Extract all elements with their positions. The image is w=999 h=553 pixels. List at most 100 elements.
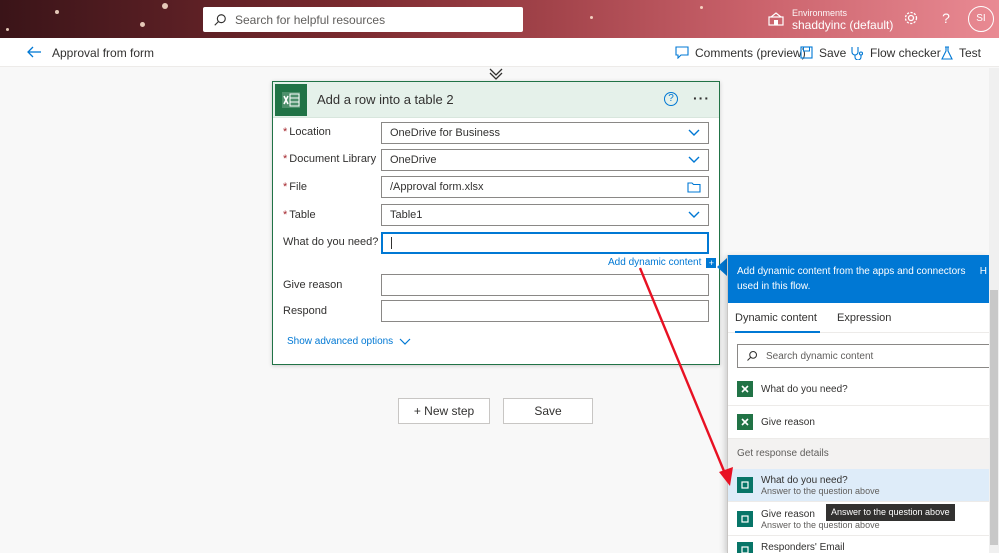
save-label: Save <box>819 45 847 60</box>
search-box[interactable]: Search for helpful resources <box>203 7 523 32</box>
new-step-button[interactable]: + New step <box>398 398 490 424</box>
panel-pointer <box>717 258 727 276</box>
respond-input[interactable] <box>381 300 709 322</box>
new-step-label: + New step <box>413 404 475 418</box>
save-flow-label: Save <box>534 404 562 418</box>
header-background-star <box>700 6 703 9</box>
excel-icon <box>737 381 753 397</box>
stethoscope-icon <box>851 46 864 60</box>
search-icon <box>747 350 758 361</box>
chevron-down-icon <box>688 129 700 136</box>
save-button[interactable]: Save <box>800 44 846 61</box>
dynamic-item-subtitle: Answer to the question above <box>761 485 880 496</box>
header-background-star <box>162 3 168 9</box>
tooltip: Answer to the question above <box>826 504 955 521</box>
dynamic-item-title: Give reason <box>761 416 815 428</box>
add-dynamic-content-link[interactable]: Add dynamic content + <box>608 257 717 268</box>
flask-icon <box>941 45 953 60</box>
give-reason-input[interactable] <box>381 274 709 296</box>
dynamic-item-title: What do you need? <box>761 383 848 395</box>
flow-checker-button[interactable]: Flow checker <box>850 44 941 61</box>
chevron-down-icon <box>688 156 700 163</box>
search-placeholder: Search for helpful resources <box>235 12 386 27</box>
environment-label: Environments <box>792 8 848 18</box>
environment-name: shaddyinc (default) <box>792 18 894 32</box>
dynamic-item[interactable]: What do you need? Answer to the question… <box>728 469 989 502</box>
excel-icon <box>275 83 307 116</box>
environment-icon <box>768 12 784 26</box>
test-button[interactable]: Test <box>941 44 981 61</box>
file-label: * File <box>283 181 308 193</box>
tab-expression[interactable]: Expression <box>837 312 891 324</box>
document-library-value: OneDrive <box>390 154 437 166</box>
flow-checker-label: Flow checker <box>870 45 941 60</box>
forms-icon <box>737 511 753 527</box>
header-background-star <box>140 22 145 27</box>
header-background-star <box>55 10 59 14</box>
chevron-down-icon <box>688 211 700 218</box>
dynamic-search-placeholder: Search dynamic content <box>766 350 874 362</box>
dynamic-item-title: Responders' Email <box>761 542 845 553</box>
action-card-title: Add a row into a table 2 <box>317 92 454 107</box>
what-do-you-need-label: What do you need? <box>283 236 379 248</box>
comment-icon <box>675 46 689 59</box>
save-icon <box>800 46 813 59</box>
add-dynamic-content-label: Add dynamic content <box>608 257 702 268</box>
comments-button[interactable]: Comments (preview) <box>675 44 806 61</box>
table-value: Table1 <box>390 209 423 221</box>
header-background-star <box>590 16 593 19</box>
dynamic-panel-tabs: Dynamic content Expression <box>728 303 989 333</box>
active-tab-indicator <box>735 331 820 333</box>
gear-icon[interactable] <box>903 10 919 26</box>
action-card: Add a row into a table 2 ? ··· * Location… <box>272 81 720 365</box>
section-header: Get response details <box>728 439 989 469</box>
give-reason-label: Give reason <box>283 279 343 291</box>
more-options-icon[interactable]: ··· <box>693 90 710 106</box>
avatar[interactable]: SI <box>968 6 994 32</box>
tab-dynamic-content[interactable]: Dynamic content <box>735 312 817 324</box>
dynamic-item-subtitle: Answer to the question above <box>761 519 880 530</box>
table-label: * Table <box>283 209 316 221</box>
what-do-you-need-input[interactable] <box>381 232 709 254</box>
forms-icon <box>737 477 753 493</box>
document-library-label: * Document Library <box>283 153 377 165</box>
header-background-star <box>6 28 9 31</box>
help-icon[interactable]: ? <box>664 92 678 106</box>
plus-icon: + <box>706 257 717 268</box>
save-flow-button[interactable]: Save <box>503 398 593 424</box>
connector-arrow-icon <box>489 68 503 80</box>
dynamic-item[interactable]: What do you need? <box>728 373 989 406</box>
dynamic-item[interactable]: Responders' Email <box>728 537 989 553</box>
test-label: Test <box>959 45 982 60</box>
dynamic-panel-header: Add dynamic content from the apps and co… <box>728 255 989 303</box>
text-cursor <box>391 237 392 249</box>
search-icon <box>214 13 226 26</box>
dynamic-item[interactable]: Give reason <box>728 406 989 439</box>
file-picker[interactable]: /Approval form.xlsx <box>381 176 709 198</box>
environment-picker[interactable]: Environments shaddyinc (default) <box>768 4 893 34</box>
chevron-down-icon <box>399 338 411 345</box>
back-arrow-icon[interactable] <box>26 44 42 60</box>
show-advanced-options-label: Show advanced options <box>287 336 394 347</box>
table-dropdown[interactable]: Table1 <box>381 204 709 226</box>
dynamic-item-title: What do you need? <box>761 474 848 486</box>
location-dropdown[interactable]: OneDrive for Business <box>381 122 709 144</box>
location-value: OneDrive for Business <box>390 127 501 139</box>
flow-name: Approval from form <box>52 46 155 60</box>
location-label: * Location <box>283 126 331 138</box>
comments-label: Comments (preview) <box>695 45 806 60</box>
file-value: /Approval form.xlsx <box>390 181 484 193</box>
dynamic-search-input[interactable]: Search dynamic content <box>737 344 989 368</box>
excel-icon <box>737 414 753 430</box>
action-card-header[interactable]: Add a row into a table 2 ? ··· <box>273 82 719 118</box>
respond-label: Respond <box>283 305 328 317</box>
scrollbar-thumb[interactable] <box>990 290 998 545</box>
command-bar: Approval from form Comments (preview) Sa… <box>0 38 999 67</box>
folder-icon[interactable] <box>687 182 701 193</box>
app-header: Search for helpful resources Environment… <box>0 0 999 38</box>
forms-icon <box>737 542 753 553</box>
hide-panel-link[interactable]: H <box>980 264 987 279</box>
question-icon[interactable]: ? <box>938 10 954 26</box>
show-advanced-options-link[interactable]: Show advanced options <box>287 336 411 347</box>
document-library-dropdown[interactable]: OneDrive <box>381 149 709 171</box>
